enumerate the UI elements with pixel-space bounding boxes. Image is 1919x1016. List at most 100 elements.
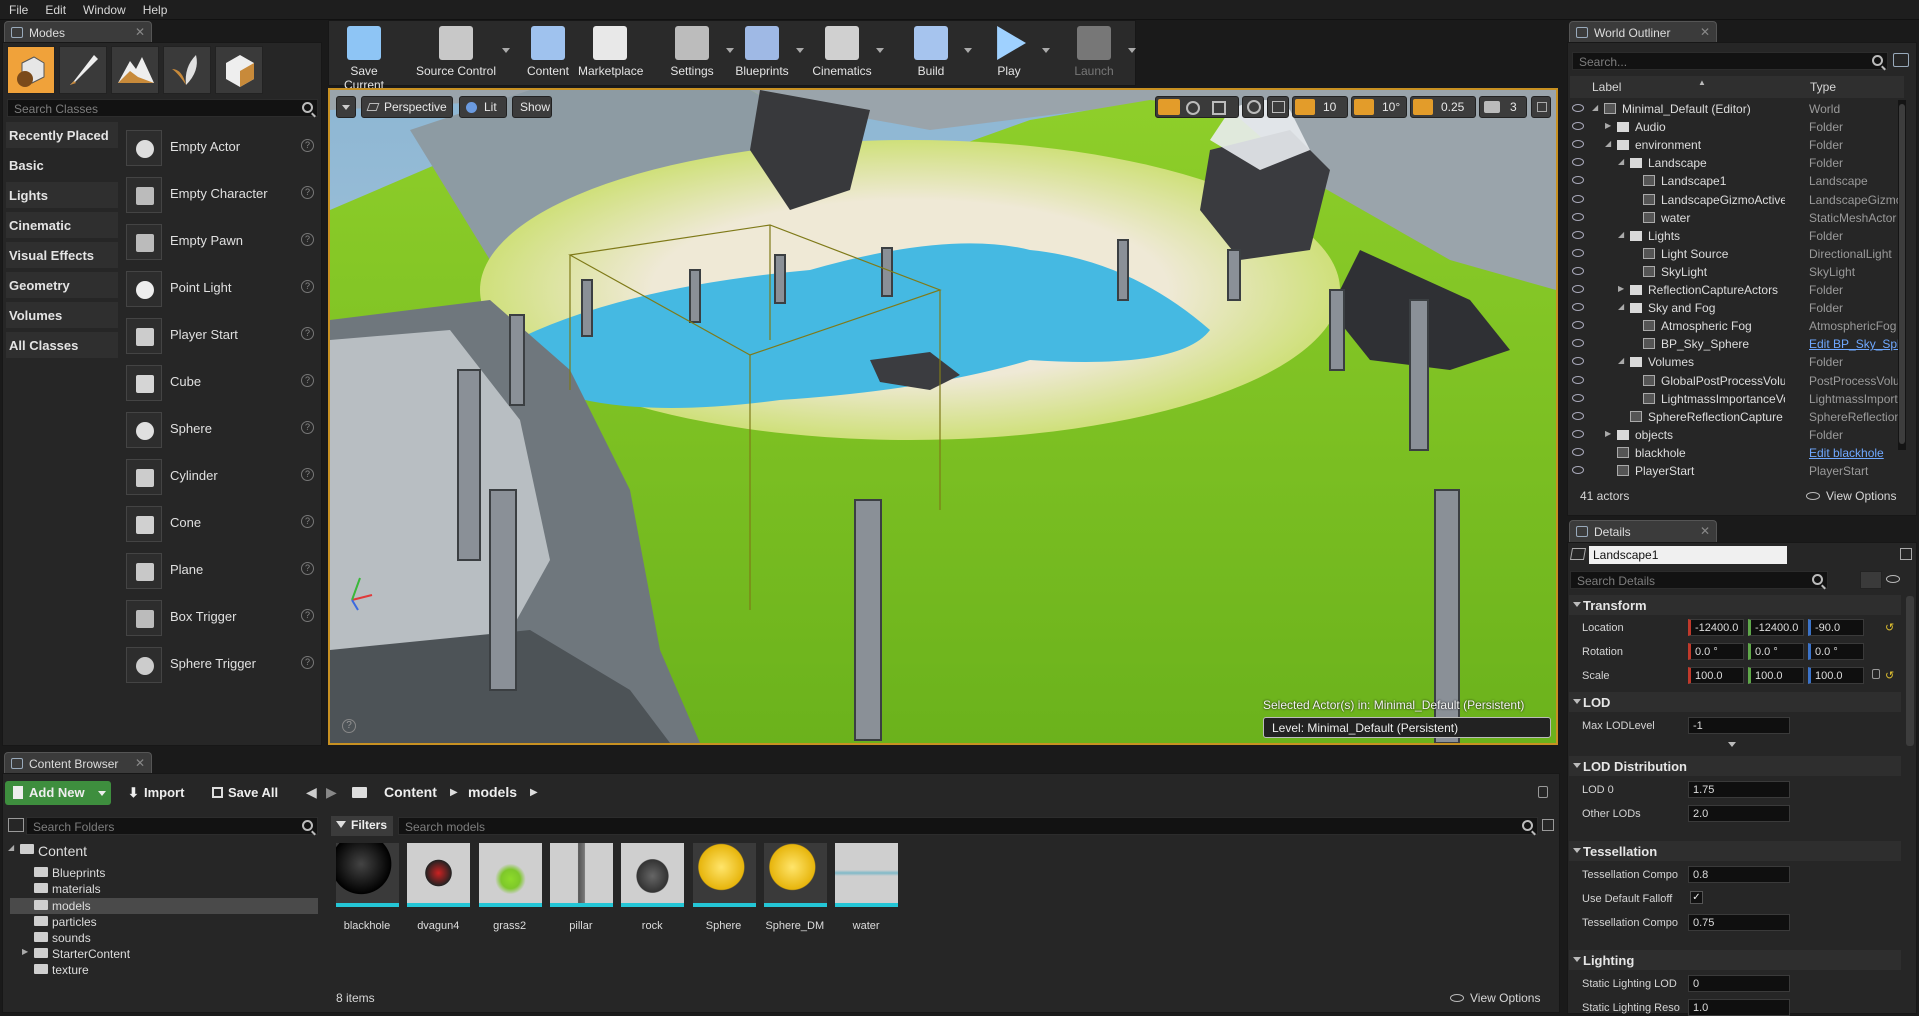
rotation-snap-button[interactable]: 10° [1351, 96, 1407, 118]
place-item-point-light[interactable]: Point Light? [122, 267, 318, 307]
rotation-x-field[interactable]: 0.0 ° [1688, 643, 1744, 660]
folder-tree-item[interactable]: materials [10, 881, 318, 897]
help-icon[interactable]: ? [301, 139, 314, 152]
tab-modes[interactable]: Modes ✕ [4, 21, 152, 43]
outliner-row[interactable]: Landscape1 Landscape [1570, 172, 1900, 190]
expand-arrow-icon[interactable]: ◢ [1618, 356, 1624, 365]
launch-button[interactable]: Launch [1062, 24, 1136, 84]
tessellation-component2-field[interactable]: 0.75 [1688, 914, 1790, 931]
default-falloff-checkbox[interactable]: ✓ [1690, 891, 1703, 904]
folder-tree-item[interactable]: sounds [10, 930, 318, 946]
rotation-z-field[interactable]: 0.0 ° [1808, 643, 1864, 660]
scale-label[interactable]: Scale [1582, 670, 1610, 682]
content-button[interactable]: Content [516, 24, 580, 84]
outliner-row[interactable]: ◢ Minimal_Default (Editor) World [1570, 100, 1900, 118]
chevron-down-icon[interactable] [876, 48, 884, 57]
chevron-down-icon[interactable] [1042, 48, 1050, 57]
category-geometry[interactable]: Geometry [6, 272, 118, 298]
outliner-row[interactable]: LightmassImportanceVolume LightmassImport… [1570, 390, 1900, 408]
outliner-view-options[interactable]: View Options [1806, 489, 1896, 503]
close-icon[interactable]: ✕ [1700, 524, 1710, 538]
help-icon[interactable]: ? [301, 186, 314, 199]
place-item-cone[interactable]: Cone? [122, 502, 318, 542]
expand-arrow-icon[interactable]: ▶ [22, 947, 28, 956]
type-column-header[interactable]: Type [1810, 80, 1836, 94]
asset-thumbnail-blackhole[interactable] [336, 843, 399, 907]
add-new-button[interactable]: Add New [5, 781, 111, 805]
eye-icon[interactable] [1572, 357, 1584, 366]
geometry-mode-icon[interactable] [215, 46, 263, 94]
viewport-options-button[interactable] [336, 96, 356, 118]
save-search-icon[interactable] [1542, 819, 1554, 831]
asset-thumbnail-sphere_dm[interactable] [763, 843, 827, 907]
expand-arrow-icon[interactable]: ◢ [1618, 302, 1624, 311]
other-lods-field[interactable]: 2.0 [1688, 805, 1790, 822]
help-icon[interactable]: ? [301, 233, 314, 246]
eye-icon[interactable] [1572, 339, 1584, 348]
help-icon[interactable]: ? [301, 515, 314, 528]
place-item-empty-actor[interactable]: Empty Actor? [122, 126, 318, 166]
expand-arrow-icon[interactable]: ◢ [1618, 230, 1624, 239]
save-current-button[interactable]: Save Current [332, 24, 396, 92]
breadcrumb-models[interactable]: models [468, 784, 517, 800]
landscape-mode-icon[interactable] [111, 46, 159, 94]
breadcrumb-content[interactable]: Content [384, 784, 437, 800]
outliner-row[interactable]: blackhole Edit blackhole [1570, 444, 1900, 462]
reset-scale-icon[interactable]: ↺ [1885, 669, 1894, 682]
eye-icon[interactable] [1572, 230, 1584, 239]
outliner-row[interactable]: ▶ Audio Folder [1570, 118, 1900, 136]
place-item-sphere[interactable]: Sphere? [122, 408, 318, 448]
eye-icon[interactable] [1572, 266, 1584, 275]
eye-icon[interactable] [1572, 447, 1584, 456]
expand-arrow-icon[interactable]: ◢ [1605, 139, 1611, 148]
place-item-empty-character[interactable]: Empty Character? [122, 173, 318, 213]
outliner-row[interactable]: ◢ Volumes Folder [1570, 353, 1900, 371]
category-all-classes[interactable]: All Classes [6, 332, 118, 358]
place-item-box-trigger[interactable]: Box Trigger? [122, 596, 318, 636]
show-button[interactable]: Show [512, 96, 552, 118]
cinematics-button[interactable]: Cinematics [810, 24, 884, 84]
eye-icon[interactable] [1572, 393, 1584, 402]
help-icon[interactable]: ? [301, 421, 314, 434]
lock-icon[interactable] [1872, 669, 1880, 679]
details-search-input[interactable]: Search Details [1570, 571, 1828, 589]
static-lighting-res-field[interactable]: 1.0 [1688, 999, 1790, 1016]
details-scrollbar[interactable] [1906, 596, 1914, 746]
foliage-mode-icon[interactable] [163, 46, 211, 94]
eye-icon[interactable] [1572, 466, 1584, 474]
category-volumes[interactable]: Volumes [6, 302, 118, 328]
chevron-down-icon[interactable] [964, 48, 972, 57]
scale-z-field[interactable]: 100.0 [1808, 667, 1864, 684]
close-icon[interactable]: ✕ [1700, 25, 1710, 39]
lod-distribution-section[interactable]: LOD Distribution [1569, 756, 1901, 776]
filters-button[interactable]: Filters [331, 816, 393, 836]
lit-button[interactable]: Lit [459, 96, 507, 118]
outliner-scrollbar[interactable] [1898, 100, 1906, 450]
place-item-player-start[interactable]: Player Start? [122, 314, 318, 354]
property-matrix-icon[interactable] [1860, 571, 1882, 589]
static-lighting-lod-field[interactable]: 0 [1688, 975, 1790, 992]
viewport-help-icon[interactable]: ? [342, 719, 356, 733]
asset-thumbnail-grass2[interactable] [478, 843, 542, 907]
world-local-toggle[interactable] [1242, 96, 1264, 118]
eye-icon[interactable] [1572, 158, 1584, 167]
outliner-row[interactable]: BP_Sky_Sphere Edit BP_Sky_Sphere [1570, 335, 1900, 353]
outliner-row[interactable]: ▶ ReflectionCaptureActors Folder [1570, 281, 1900, 299]
place-item-cylinder[interactable]: Cylinder? [122, 455, 318, 495]
outliner-row[interactable]: PlayerStart PlayerStart [1570, 462, 1900, 480]
tessellation-component-field[interactable]: 0.8 [1688, 866, 1790, 883]
rotation-y-field[interactable]: 0.0 ° [1748, 643, 1804, 660]
eye-icon[interactable] [1886, 575, 1900, 583]
add-folder-icon[interactable] [1893, 53, 1909, 67]
outliner-item-type[interactable]: Edit BP_Sky_Sphere [1809, 337, 1899, 351]
tab-details[interactable]: Details ✕ [1569, 520, 1717, 542]
content-view-options[interactable]: View Options [1450, 991, 1540, 1005]
location-label[interactable]: Location [1582, 622, 1624, 634]
camera-speed-button[interactable]: 3 [1479, 96, 1527, 118]
asset-thumbnail-pillar[interactable] [549, 843, 613, 907]
category-visual-effects[interactable]: Visual Effects [6, 242, 118, 268]
scale-mode-icon[interactable] [1212, 101, 1226, 115]
help-icon[interactable]: ? [301, 327, 314, 340]
close-icon[interactable]: ✕ [135, 25, 145, 39]
asset-thumbnail-rock[interactable] [621, 843, 685, 907]
